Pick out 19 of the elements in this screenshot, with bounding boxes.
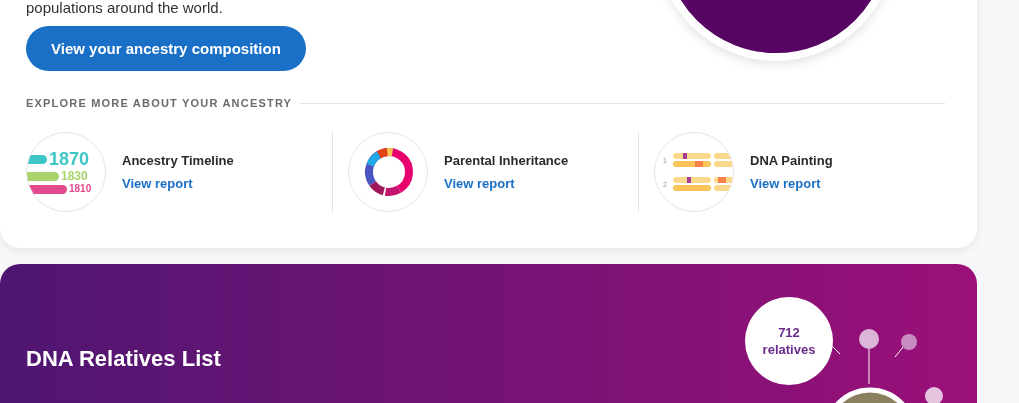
report-title: Ancestry Timeline — [122, 153, 234, 168]
view-report-link[interactable]: View report — [750, 176, 833, 191]
view-report-link[interactable]: View report — [444, 176, 569, 191]
relatives-count: 712 — [778, 324, 800, 342]
timeline-bar — [27, 171, 59, 181]
ancestry-composition-button[interactable]: View your ancestry composition — [26, 26, 306, 71]
chromosome-bar-drawing — [672, 153, 733, 167]
year-label: 1810 — [69, 184, 92, 194]
year-label: 1830 — [61, 170, 88, 182]
view-report-link[interactable]: View report — [122, 176, 234, 191]
chromosome-bar-drawing — [672, 177, 733, 191]
section-heading: EXPLORE MORE ABOUT YOUR ANCESTRY — [26, 97, 293, 109]
relatives-title: DNA Relatives List — [26, 346, 221, 373]
timeline-bar — [27, 154, 47, 164]
relatives-label: relatives — [762, 341, 816, 359]
timeline-bar — [27, 184, 67, 194]
year-label: 1870 — [49, 150, 90, 168]
report-title: DNA Painting — [750, 153, 833, 168]
report-title: Parental Inheritance — [444, 153, 569, 168]
